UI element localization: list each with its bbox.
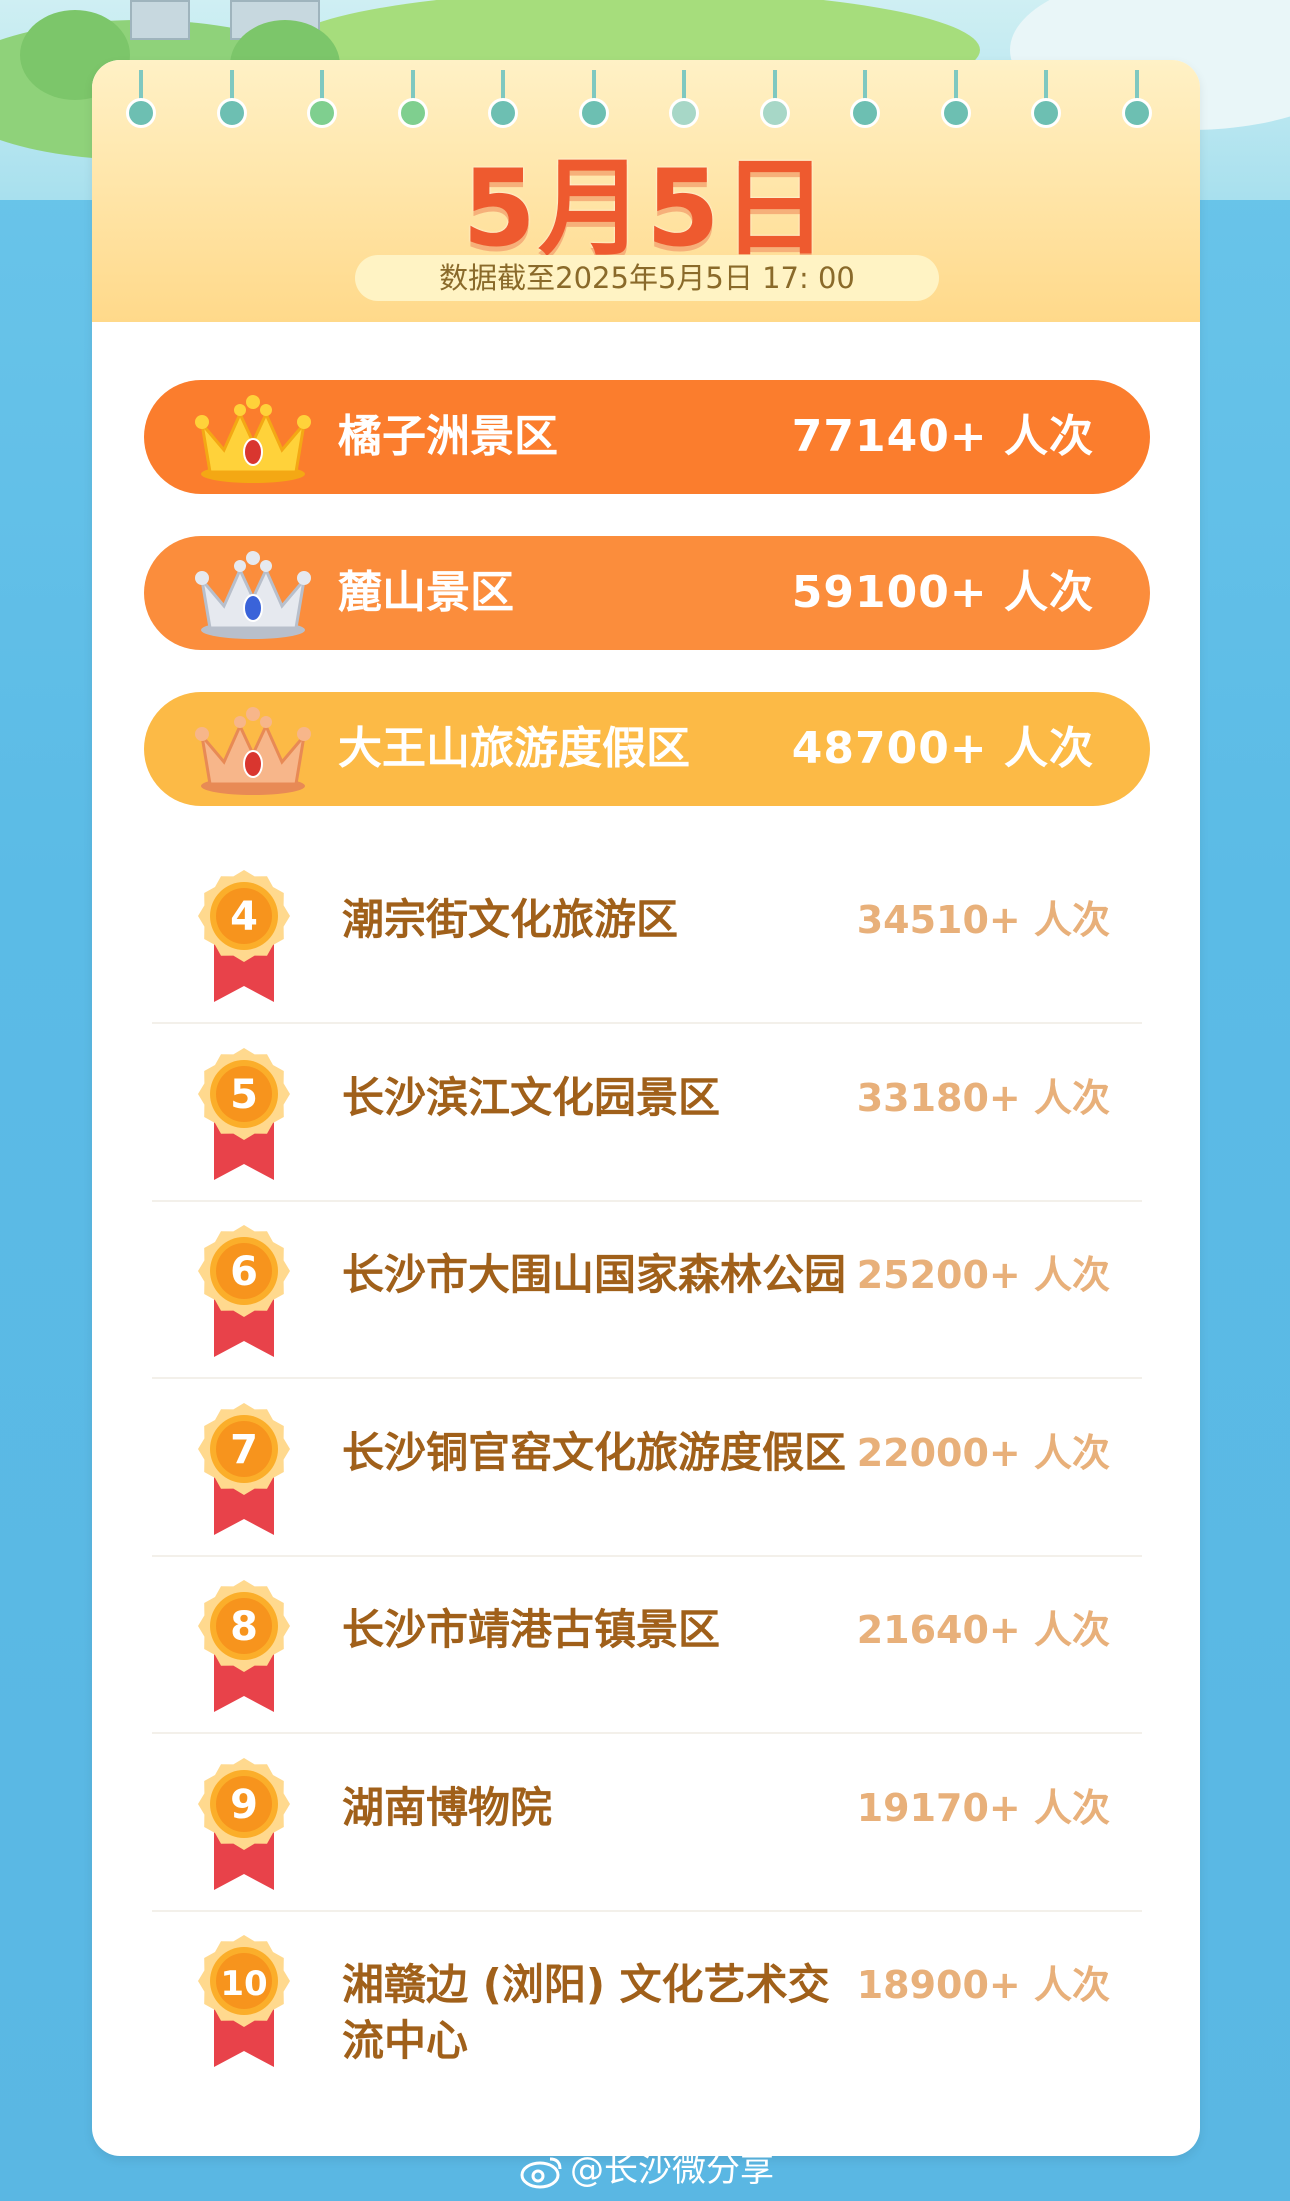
binder-ring [126,70,156,130]
visitor-count: 48700+ 人次 [791,723,1094,774]
rank-row: 10 湘赣边 (浏阳) 文化艺术交流中心 18900+ 人次 [152,1911,1142,2089]
visitor-count: 25200+ 人次 [856,1253,1110,1297]
card-header: 5月5日 数据截至2025年5月5日 17: 00 [92,60,1200,322]
scenic-area-name: 长沙市大围山国家森林公园 [342,1250,847,1299]
visitor-count: 19170+ 人次 [856,1785,1110,1830]
scenic-area-name: 湘赣边 (浏阳) 文化艺术交流中心 [342,1960,830,2065]
data-cutoff-label: 数据截至2025年5月5日 17: 00 [355,255,939,301]
top-rank-row: 大王山旅游度假区 48700+ 人次 [144,692,1150,806]
scenic-area-name: 长沙铜官窑文化旅游度假区 [342,1427,847,1477]
scenic-area-name: 长沙市靖港古镇景区 [342,1605,721,1654]
rank-medal-icon: 5 [196,1046,292,1182]
svg-text:9: 9 [230,1782,258,1828]
binder-ring [216,70,247,130]
binder-ring [669,70,699,130]
rank-medal-icon: 10 [196,1933,292,2069]
svg-text:7: 7 [230,1427,258,1473]
watermark: @长沙微分享 [520,2148,774,2192]
top-rank-row: 麓山景区 59100+ 人次 [144,536,1150,650]
svg-text:5: 5 [230,1072,258,1118]
binder-ring [307,70,337,130]
silver-crown-icon [188,550,318,640]
visitor-count: 34510+ 人次 [856,898,1110,942]
rank-row: 4 潮宗街文化旅游区 34510+ 人次 [152,846,1142,1024]
date-title: 5月5日 [462,147,830,270]
binder-ring [1121,70,1152,130]
rank-row: 5 长沙滨江文化园景区 33180+ 人次 [152,1024,1142,1202]
rank-medal-icon: 8 [196,1578,292,1714]
watermark-text: @长沙微分享 [570,2150,774,2190]
binder-ring [488,70,518,130]
scenery-building [130,0,190,40]
binder-ring [578,70,609,130]
gold-crown-icon [188,394,318,484]
scenic-area-name: 橘子洲景区 [338,411,558,462]
ranking-card: 5月5日 数据截至2025年5月5日 17: 00 橘子洲景区 77140+ 人次… [92,60,1200,2156]
weibo-icon [520,2157,562,2188]
visitor-count: 22000+ 人次 [856,1430,1110,1475]
svg-text:4: 4 [230,894,258,940]
visitor-count: 18900+ 人次 [856,1963,1110,2007]
bronze-crown-icon [188,706,318,796]
svg-text:6: 6 [230,1249,258,1295]
rank-row: 6 长沙市大围山国家森林公园 25200+ 人次 [152,1201,1142,1379]
rank-row: 8 长沙市靖港古镇景区 21640+ 人次 [152,1556,1142,1734]
binder-rings [92,70,1200,130]
top-rank-row: 橘子洲景区 77140+ 人次 [144,380,1150,494]
binder-ring [940,70,971,130]
svg-text:8: 8 [230,1604,258,1650]
binder-ring [397,70,428,130]
rank-row: 7 长沙铜官窑文化旅游度假区 22000+ 人次 [152,1379,1142,1557]
binder-ring [1031,70,1061,130]
scenic-area-name: 大王山旅游度假区 [338,723,690,774]
binder-ring [850,70,880,130]
rank-row: 9 湖南博物院 19170+ 人次 [152,1734,1142,1912]
rank-medal-icon: 6 [196,1223,292,1359]
visitor-count: 77140+ 人次 [791,411,1094,462]
visitor-count: 59100+ 人次 [791,567,1094,618]
scenic-area-name: 麓山景区 [338,567,514,618]
scenic-area-name: 长沙滨江文化园景区 [342,1072,721,1122]
svg-text:10: 10 [220,1964,267,2004]
scenic-area-name: 湖南博物院 [342,1782,553,1832]
visitor-count: 21640+ 人次 [856,1608,1110,1652]
rank-medal-icon: 4 [196,868,292,1004]
visitor-count: 33180+ 人次 [856,1075,1110,1120]
binder-ring [759,70,790,130]
scenic-area-name: 潮宗街文化旅游区 [342,895,679,944]
rank-medal-icon: 7 [196,1401,292,1537]
rank-medal-icon: 9 [196,1756,292,1892]
